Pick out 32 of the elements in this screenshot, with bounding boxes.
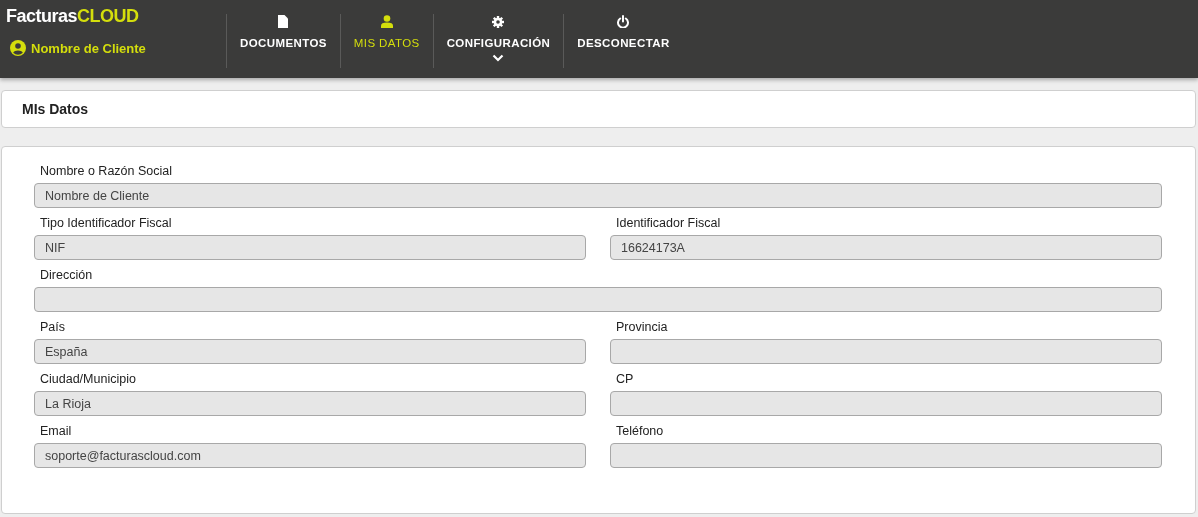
user-avatar-icon [10,40,26,56]
input-field[interactable]: España [34,339,586,364]
nav-tab[interactable]: MIS DATOS [339,14,433,68]
field-label: Identificador Fiscal [615,215,722,232]
nav-tab[interactable]: DOCUMENTOS [226,14,340,68]
user-name[interactable]: Nombre de Cliente [31,40,146,56]
field-label: Nombre o Razón Social [39,163,173,180]
input-field[interactable] [610,391,1162,416]
field-label: Dirección [39,267,94,284]
nav-tab[interactable]: DESCONECTAR [563,14,683,68]
field-label: Teléfono [615,423,665,440]
input-field[interactable]: 16624173A [610,235,1162,260]
input-field[interactable]: Nombre de Cliente [34,183,1162,208]
field-label: País [39,319,66,336]
input-field[interactable]: NIF [34,235,586,260]
field-label: Ciudad/Municipio [39,371,137,388]
input-field[interactable] [610,443,1162,468]
nav-tab[interactable]: CONFIGURACIÓN [432,14,564,68]
user-icon [380,15,393,28]
input-field[interactable]: soporte@facturascloud.com [34,443,586,468]
brand-logo[interactable]: FacturasCLOUD [6,6,139,27]
field-label: CP [615,371,635,388]
input-field[interactable] [34,287,1162,312]
input-field[interactable]: La Rioja [34,391,586,416]
settings-icon [492,16,505,28]
field-label: Provincia [615,319,669,336]
field-label: Tipo Identificador Fiscal [39,215,173,232]
input-field[interactable] [610,339,1162,364]
power-icon [617,15,630,28]
field-label: Email [39,423,73,440]
document-icon [278,15,289,28]
page-title: MIs Datos [22,101,89,117]
